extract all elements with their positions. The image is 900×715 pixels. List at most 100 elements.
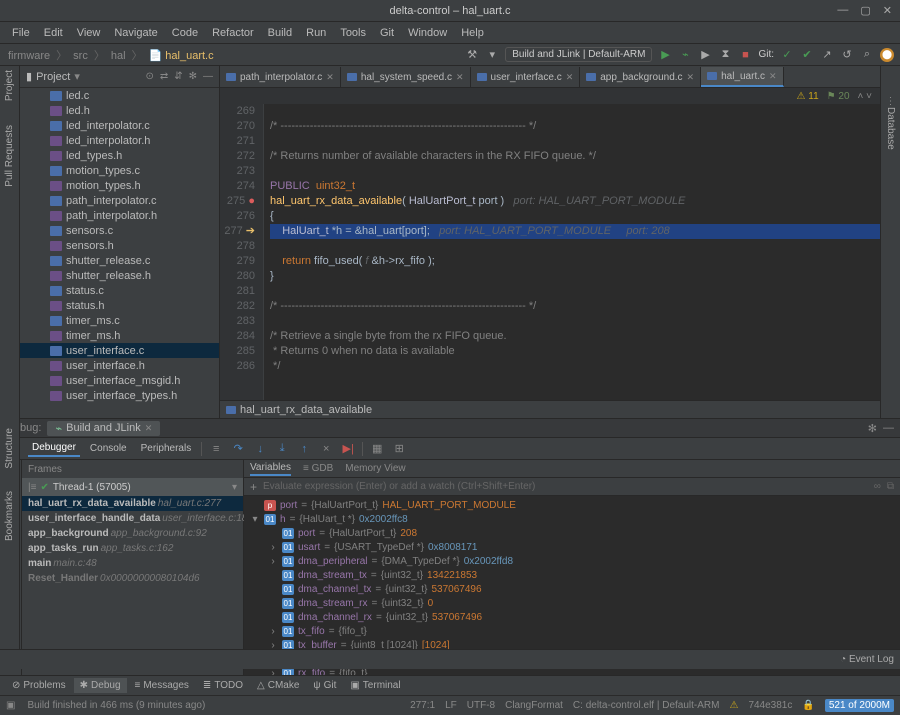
warning-count[interactable]: ⚠ 11	[797, 91, 819, 102]
tool-bookmarks[interactable]: Bookmarks	[4, 491, 15, 541]
debug-icon[interactable]: ⌁	[678, 48, 692, 62]
file-led_interpolator.h[interactable]: led_interpolator.h	[20, 133, 219, 148]
frame-user_interface_handle_data[interactable]: user_interface_handle_data user_interfac…	[22, 511, 243, 526]
file-user_interface.c[interactable]: user_interface.c	[20, 343, 219, 358]
project-view-dropdown-icon[interactable]: ▾	[74, 70, 80, 83]
run-icon[interactable]: ▶	[658, 48, 672, 62]
evaluate-icon[interactable]: ▦	[369, 442, 385, 455]
frame-app_background[interactable]: app_background app_background.c:92	[22, 526, 243, 541]
tool-structure[interactable]: Structure	[4, 428, 15, 469]
file-status.c[interactable]: status.c	[20, 283, 219, 298]
ide-updates-icon[interactable]: ⬤	[880, 48, 894, 62]
file-status.h[interactable]: status.h	[20, 298, 219, 313]
step-out-icon[interactable]: ↑	[296, 443, 312, 455]
line-ending[interactable]: LF	[445, 700, 457, 711]
file-led.h[interactable]: led.h	[20, 103, 219, 118]
bottom-tab-problems[interactable]: ⊘Problems	[6, 678, 72, 693]
file-encoding[interactable]: UTF-8	[467, 700, 495, 711]
var-h[interactable]: ▾01 h = {HalUart_t *} 0x2002ffc8	[244, 512, 900, 526]
collapse-icon[interactable]: ⇵	[174, 71, 182, 82]
coverage-icon[interactable]: ▶	[698, 48, 712, 62]
file-led_types.h[interactable]: led_types.h	[20, 148, 219, 163]
console-tab[interactable]: Console	[86, 441, 131, 456]
step-over-icon[interactable]: ↷	[230, 442, 246, 455]
hide-icon[interactable]: —	[203, 71, 213, 82]
menu-run[interactable]: Run	[300, 25, 332, 41]
run-to-cursor-icon[interactable]: ▶|	[340, 442, 356, 455]
bottom-tab-todo[interactable]: ≣TODO	[197, 678, 249, 693]
disclosure-icon[interactable]: ›	[268, 556, 278, 567]
tab-hal_system_speed.c[interactable]: hal_system_speed.c✕	[341, 67, 471, 87]
file-path_interpolator.h[interactable]: path_interpolator.h	[20, 208, 219, 223]
menu-help[interactable]: Help	[455, 25, 490, 41]
frame-main[interactable]: main main.c:48	[22, 556, 243, 571]
profile-icon[interactable]: ⧗	[718, 48, 732, 62]
menu-build[interactable]: Build	[262, 25, 298, 41]
minimize-icon[interactable]: —	[837, 4, 848, 17]
lock2-icon[interactable]: 🔒	[802, 700, 814, 711]
close-tab-icon[interactable]: ✕	[687, 72, 695, 83]
build-context[interactable]: C: delta-control.elf | Default-ARM	[573, 700, 720, 711]
menu-window[interactable]: Window	[402, 25, 453, 41]
thread-dropdown-icon[interactable]: ▾	[232, 482, 237, 493]
file-shutter_release.h[interactable]: shutter_release.h	[20, 268, 219, 283]
hammer-icon[interactable]: ⚒	[465, 48, 479, 62]
bottom-tab-cmake[interactable]: △CMake	[251, 678, 305, 693]
debugger-tab[interactable]: Debugger	[28, 440, 80, 457]
close-tab-icon[interactable]: ✕	[456, 72, 464, 83]
menu-git[interactable]: Git	[374, 25, 400, 41]
breadcrumb-hal_uart.c[interactable]: 📄 hal_uart.c	[147, 50, 216, 62]
file-motion_types.h[interactable]: motion_types.h	[20, 178, 219, 193]
add-watch-icon[interactable]: +	[250, 480, 257, 494]
force-step-icon[interactable]: ⤓	[274, 442, 290, 455]
thread-selector[interactable]: |≡ ✔ Thread-1 (57005) ▾	[22, 478, 243, 496]
close-icon[interactable]: ✕	[883, 4, 892, 17]
event-log-tab[interactable]: ◔ Event Log	[840, 654, 894, 665]
trace-icon[interactable]: ⊞	[391, 442, 407, 455]
warn-triangle-icon[interactable]: ⚠	[729, 700, 738, 711]
file-led_interpolator.c[interactable]: led_interpolator.c	[20, 118, 219, 133]
menu-tools[interactable]: Tools	[334, 25, 372, 41]
git-update-icon[interactable]: ✓	[780, 48, 794, 62]
code-style[interactable]: ClangFormat	[505, 700, 563, 711]
tab-user_interface.c[interactable]: user_interface.c✕	[471, 67, 581, 87]
var-dma_channel_tx[interactable]: 01 dma_channel_tx = {uint32_t} 537067496	[244, 582, 900, 596]
file-user_interface_msgid.h[interactable]: user_interface_msgid.h	[20, 373, 219, 388]
breadcrumb-hal[interactable]: hal	[109, 50, 128, 62]
db-dots-icon[interactable]: ⋮	[886, 96, 896, 107]
run-config-selector[interactable]: Build and JLink | Default-ARM	[505, 47, 652, 62]
file-path_interpolator.c[interactable]: path_interpolator.c	[20, 193, 219, 208]
tool-database[interactable]: Database	[885, 107, 896, 150]
caret-position[interactable]: 277:1	[410, 700, 435, 711]
memory-view-tab[interactable]: Memory View	[345, 463, 405, 474]
tab-hal_uart.c[interactable]: hal_uart.c✕	[701, 67, 783, 87]
breadcrumb-src[interactable]: src	[71, 50, 90, 62]
close-tab-icon[interactable]: ✕	[769, 71, 777, 82]
breadcrumb-firmware[interactable]: firmware	[6, 50, 52, 62]
file-sensors.h[interactable]: sensors.h	[20, 238, 219, 253]
close-session-icon[interactable]: ✕	[145, 423, 153, 434]
peripherals-tab[interactable]: Peripherals	[137, 441, 196, 456]
locate-icon[interactable]: ⊙	[145, 71, 153, 82]
file-user_interface.h[interactable]: user_interface.h	[20, 358, 219, 373]
weak-warning-count[interactable]: ⚑ 20	[827, 91, 850, 102]
menu-view[interactable]: View	[71, 25, 107, 41]
menu-navigate[interactable]: Navigate	[108, 25, 163, 41]
search-icon[interactable]: ⌕	[860, 48, 874, 62]
var-dma_stream_tx[interactable]: 01 dma_stream_tx = {uint32_t} 134221853	[244, 568, 900, 582]
maximize-icon[interactable]: ▢	[860, 4, 870, 17]
file-user_interface_types.h[interactable]: user_interface_types.h	[20, 388, 219, 403]
tab-path_interpolator.c[interactable]: path_interpolator.c✕	[220, 67, 341, 87]
disclosure-icon[interactable]: ›	[268, 626, 278, 637]
watch-input[interactable]: Evaluate expression (Enter) or add a wat…	[263, 481, 868, 492]
variables-tab[interactable]: Variables	[250, 462, 291, 476]
file-timer_ms.c[interactable]: timer_ms.c	[20, 313, 219, 328]
tool-hide-icon[interactable]: —	[883, 422, 894, 434]
var-dma_peripheral[interactable]: ›01 dma_peripheral = {DMA_TypeDef *} 0x2…	[244, 554, 900, 568]
var-port[interactable]: 01 port = {HalUartPort_t} 208	[244, 526, 900, 540]
drop-frame-icon[interactable]: ×	[318, 443, 334, 455]
var-dma_channel_rx[interactable]: 01 dma_channel_rx = {uint32_t} 537067496	[244, 610, 900, 624]
disclosure-icon[interactable]: ›	[268, 542, 278, 553]
git-push-icon[interactable]: ↗	[820, 48, 834, 62]
file-motion_types.c[interactable]: motion_types.c	[20, 163, 219, 178]
